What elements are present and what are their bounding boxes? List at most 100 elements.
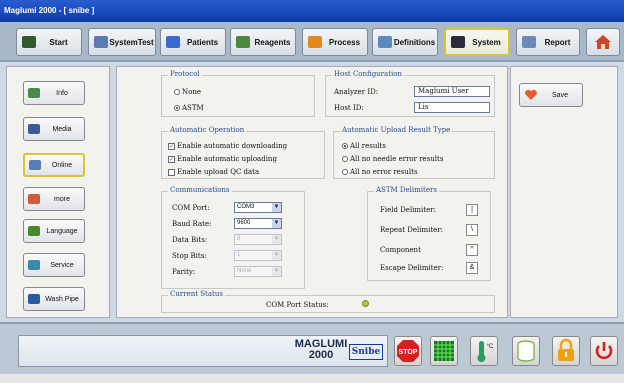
stop-bits-select[interactable]: 1 ▼ (234, 250, 282, 261)
no-error-radio[interactable] (342, 169, 348, 175)
stop-bits-label: Stop Bits: (172, 252, 207, 260)
nav-process-label: Process (328, 37, 361, 47)
window-title: Maglumi 2000 - [ snibe ] (0, 0, 624, 22)
data-bits-select[interactable]: 8 ▼ (234, 234, 282, 245)
data-bits-label: Data Bits: (172, 236, 208, 244)
media-icon (28, 124, 40, 134)
reagents-icon (236, 36, 250, 48)
all-results-radio[interactable] (342, 143, 348, 149)
online-icon (29, 160, 41, 170)
enable-qc-checkbox[interactable] (168, 168, 175, 176)
side-more-button[interactable]: more (23, 187, 85, 211)
patients-icon (166, 36, 180, 48)
nav-system-button[interactable]: System (444, 28, 510, 56)
component-delimiter-input[interactable]: ^ (466, 244, 478, 256)
nav-patients-label: Patients (186, 37, 219, 47)
save-label: Save (552, 91, 568, 99)
chevron-down-icon: ▼ (272, 203, 281, 212)
astm-delimiters-group: ASTM Delimiters Field Delimiter: | Repea… (367, 186, 491, 281)
protocol-none-option[interactable]: None (174, 88, 201, 96)
parity-label: Parity: (172, 268, 196, 276)
wash-pipe-icon (28, 294, 40, 304)
no-error-option[interactable]: All no error results (342, 168, 418, 176)
nav-definitions-button[interactable]: Definitions (372, 28, 438, 56)
maglumi-logo: MAGLUMI 2000 (291, 339, 351, 361)
upload-result-type-group: Automatic Upload Result Type All results… (333, 126, 495, 179)
stop-button[interactable]: STOP (394, 336, 422, 366)
side-service-button[interactable]: Service (23, 253, 85, 277)
chevron-down-icon: ▼ (272, 267, 281, 276)
side-washpipe-label: Wash Pipe (45, 295, 79, 303)
com-port-select[interactable]: COM3 ▼ (234, 202, 282, 213)
definitions-icon (378, 36, 392, 48)
enable-upload-option[interactable]: ✓ Enable automatic uploading (168, 155, 277, 163)
temperature-button[interactable]: °C (470, 336, 498, 366)
logo-line2: 2000 (308, 349, 334, 361)
parity-select[interactable]: None ▼ (234, 266, 282, 277)
enable-upload-checkbox[interactable]: ✓ (168, 155, 175, 163)
escape-delimiter-input[interactable]: & (466, 262, 478, 274)
automatic-operation-group: Automatic Operation ✓ Enable automatic do… (161, 126, 325, 179)
com-port-label: COM Port: (172, 204, 210, 212)
all-results-option[interactable]: All results (342, 142, 386, 150)
no-needle-error-radio[interactable] (342, 156, 348, 162)
nav-patients-button[interactable]: Patients (160, 28, 226, 56)
side-navigation: Info Media Online more Language Service … (6, 66, 110, 318)
host-configuration-group: Host Configuration Analyzer ID: Maglumi … (325, 70, 495, 117)
system-icon (451, 36, 465, 48)
lock-icon (558, 338, 574, 361)
baud-rate-select[interactable]: 9600 ▼ (234, 218, 282, 229)
side-info-button[interactable]: Info (23, 81, 85, 105)
chevron-down-icon: ▼ (272, 219, 281, 228)
side-media-label: Media (52, 125, 72, 133)
more-icon (28, 194, 40, 204)
nav-reagents-button[interactable]: Reagents (230, 28, 296, 56)
start-icon (22, 36, 36, 48)
enable-download-checkbox[interactable]: ✓ (168, 142, 175, 150)
field-delimiter-input[interactable]: | (466, 204, 478, 216)
stop-label: STOP (399, 349, 418, 356)
no-needle-error-label: All no needle error results (350, 155, 444, 163)
no-needle-error-option[interactable]: All no needle error results (342, 155, 443, 163)
chevron-down-icon: ▼ (272, 251, 281, 260)
nav-process-button[interactable]: Process (302, 28, 368, 56)
data-bits-value: 8 (237, 236, 241, 242)
lock-button[interactable] (552, 336, 580, 366)
side-language-button[interactable]: Language (23, 219, 85, 243)
side-info-label: Info (56, 89, 68, 97)
communications-title: Communications (168, 186, 232, 194)
analyzer-id-input[interactable]: Maglumi User (414, 86, 490, 97)
status-bar (0, 374, 624, 383)
enable-download-option[interactable]: ✓ Enable automatic downloading (168, 142, 287, 150)
nav-systemtest-label: SystemTest (109, 37, 154, 47)
protocol-title: Protocol (168, 70, 202, 78)
side-washpipe-button[interactable]: Wash Pipe (23, 287, 85, 311)
host-configuration-title: Host Configuration (332, 70, 404, 78)
nav-systemtest-button[interactable]: SystemTest (88, 28, 156, 56)
process-icon (308, 36, 322, 48)
top-navigation: Start SystemTest Patients Reagents Proce… (0, 22, 624, 62)
stop-sign-icon: STOP (397, 340, 419, 362)
side-media-button[interactable]: Media (23, 117, 85, 141)
protocol-astm-option[interactable]: ASTM (174, 104, 204, 112)
home-button[interactable] (586, 28, 620, 56)
action-panel: Save (510, 66, 618, 318)
nav-start-button[interactable]: Start (16, 28, 82, 56)
side-online-button[interactable]: Online (23, 153, 85, 177)
communications-group: Communications COM Port: COM3 ▼ Baud Rate… (161, 186, 305, 289)
component-delimiter-label: Component (380, 246, 421, 254)
info-icon (28, 88, 40, 98)
stop-bits-value: 1 (237, 252, 241, 258)
repeat-delimiter-input[interactable]: \ (466, 224, 478, 236)
protocol-none-radio[interactable] (174, 89, 180, 95)
power-button[interactable] (590, 336, 618, 366)
protocol-astm-radio[interactable] (174, 105, 180, 111)
status-grid-button[interactable] (430, 336, 458, 366)
enable-qc-option[interactable]: Enable upload QC data (168, 168, 259, 176)
reagent-bottle-button[interactable] (512, 336, 540, 366)
save-button[interactable]: Save (519, 83, 583, 107)
nav-report-button[interactable]: Report (516, 28, 580, 56)
systemtest-icon (94, 36, 108, 48)
host-id-input[interactable]: Lis (414, 102, 490, 113)
baud-rate-label: Baud Rate: (172, 220, 212, 228)
